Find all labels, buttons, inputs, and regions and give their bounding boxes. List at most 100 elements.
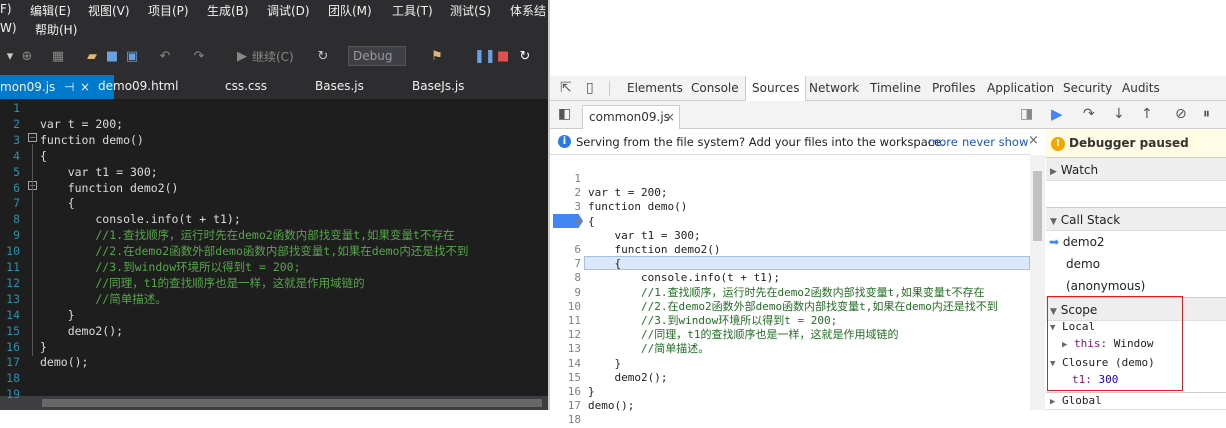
code-line: //3.到window环境所以得到t = 200; xyxy=(40,260,301,274)
scroll-thumb[interactable] xyxy=(1033,171,1042,241)
tab-common09-js[interactable]: mon09.js ⊣ × xyxy=(0,75,114,99)
callstack-section-header[interactable]: ▼ Call Stack xyxy=(1046,207,1226,231)
tab-css-css[interactable]: css.css xyxy=(225,73,267,99)
line-number[interactable]: 1 xyxy=(555,172,581,186)
scroll-thumb[interactable] xyxy=(42,399,542,407)
deactivate-breakpoints-icon[interactable]: ⊘ xyxy=(1175,102,1187,127)
vs-horizontal-scrollbar[interactable] xyxy=(0,396,548,410)
scope-global[interactable]: ▶ Global xyxy=(1046,392,1226,410)
line-number[interactable]: 9 xyxy=(555,286,581,300)
inspect-element-icon[interactable]: ⇱ xyxy=(560,76,572,101)
line-number[interactable]: 8 xyxy=(555,271,581,285)
code-line: function demo() xyxy=(588,200,688,214)
pause-icon[interactable]: ❚❚ xyxy=(474,48,496,66)
callstack-frame-demo[interactable]: demo xyxy=(1046,252,1226,276)
line-number[interactable]: 4 xyxy=(555,215,581,229)
menu-file[interactable]: F) xyxy=(0,2,12,16)
menu-help[interactable]: 帮助(H) xyxy=(35,21,77,38)
menu-view[interactable]: 视图(V) xyxy=(88,2,130,19)
tab-demo09-html[interactable]: demo09.html xyxy=(98,73,178,99)
step-over-icon[interactable]: ↷ xyxy=(1083,102,1095,127)
close-icon[interactable]: × xyxy=(80,74,90,100)
save-all-icon[interactable]: ▣ xyxy=(124,48,140,66)
menu-team[interactable]: 团队(M) xyxy=(328,2,372,19)
line-number[interactable]: 15 xyxy=(555,371,581,385)
continue-icon[interactable]: ▶ xyxy=(236,48,248,66)
tab-audits[interactable]: Audits xyxy=(1122,76,1160,101)
menu-tools[interactable]: 工具(T) xyxy=(392,2,433,19)
tab-network[interactable]: Network xyxy=(809,76,859,101)
never-show-link[interactable]: never show xyxy=(962,135,1028,149)
code-line: var t = 200; xyxy=(40,116,124,131)
code-line: function demo2() xyxy=(40,180,179,195)
code-line: } xyxy=(588,385,595,398)
line-number[interactable]: 10 xyxy=(555,300,581,314)
fold-toggle-icon[interactable]: − xyxy=(28,133,37,142)
redo-icon[interactable]: ↷ xyxy=(192,48,206,66)
restart-icon[interactable]: ↻ xyxy=(316,48,330,66)
dt-vertical-scrollbar[interactable] xyxy=(1030,155,1045,410)
new-project-icon[interactable]: ▦ xyxy=(50,48,66,66)
menu-edit[interactable]: 编辑(E) xyxy=(30,2,71,19)
tab-bases-js[interactable]: Bases.js xyxy=(315,73,364,99)
step-into-icon[interactable]: ↓ xyxy=(1113,102,1125,127)
line-number[interactable]: 5 xyxy=(555,229,581,243)
debugger-toggle-icon[interactable]: ◨ xyxy=(1020,102,1033,127)
more-link[interactable]: more xyxy=(928,135,958,149)
callstack-frame-anonymous[interactable]: (anonymous) xyxy=(1046,274,1226,298)
navigator-toggle-icon[interactable]: ◧ xyxy=(558,102,571,127)
tab-profiles[interactable]: Profiles xyxy=(932,76,976,101)
line-number: 14 xyxy=(6,307,20,322)
close-icon[interactable]: × xyxy=(1028,133,1039,148)
line-number[interactable]: 16 xyxy=(555,385,581,399)
fold-guide xyxy=(32,144,33,356)
save-icon[interactable]: ■ xyxy=(105,48,119,66)
restart-debug-icon[interactable]: ↻ xyxy=(518,48,532,66)
tab-basejs-js[interactable]: BaseJs.js xyxy=(412,73,464,99)
menu-project[interactable]: 项目(P) xyxy=(148,2,189,19)
flag-icon[interactable]: ⚑ xyxy=(430,48,444,66)
dropdown-arrow-icon[interactable]: ▾ xyxy=(4,48,16,66)
stop-icon[interactable]: ■ xyxy=(497,48,509,66)
forward-icon[interactable]: ⊕ xyxy=(20,48,34,66)
line-number[interactable]: 7 xyxy=(555,257,581,271)
line-number[interactable]: 6 xyxy=(555,243,581,257)
code-line: console.info(t + t1); xyxy=(588,271,781,285)
config-dropdown[interactable]: Debug xyxy=(348,46,406,66)
pause-on-exceptions-icon[interactable]: ⏸ xyxy=(1203,102,1210,127)
menu-test[interactable]: 测试(S) xyxy=(450,2,491,19)
tab-elements[interactable]: Elements xyxy=(627,76,683,101)
tab-sources[interactable]: Sources xyxy=(745,76,807,102)
menu-architecture[interactable]: 体系结 xyxy=(510,2,546,19)
undo-icon[interactable]: ↶ xyxy=(158,48,172,66)
line-number[interactable]: 18 xyxy=(555,413,581,427)
code-line: var t1 = 300; xyxy=(40,164,158,179)
step-out-icon[interactable]: ↑ xyxy=(1141,102,1153,127)
code-line: } xyxy=(40,307,75,322)
scope-highlight-box xyxy=(1047,296,1183,391)
tab-console[interactable]: Console xyxy=(691,76,739,101)
code-line: { xyxy=(588,257,622,271)
close-icon[interactable]: × xyxy=(665,105,675,130)
watch-section-header[interactable]: ▶ Watch xyxy=(1046,157,1226,181)
pin-icon[interactable]: ⊣ xyxy=(64,74,74,100)
device-mode-icon[interactable]: ▯ xyxy=(586,76,594,101)
line-number[interactable]: 14 xyxy=(555,357,581,371)
resume-icon[interactable]: ▶ xyxy=(1051,102,1063,127)
callstack-frame-demo2[interactable]: ➡ demo2 xyxy=(1046,230,1226,254)
menu-build[interactable]: 生成(B) xyxy=(207,2,249,19)
menu-debug[interactable]: 调试(D) xyxy=(267,2,310,19)
line-number[interactable]: 3 xyxy=(555,200,581,214)
continue-button[interactable]: 继续(C) xyxy=(252,48,294,66)
line-number[interactable]: 13 xyxy=(555,342,581,356)
tab-security[interactable]: Security xyxy=(1063,76,1112,101)
open-folder-icon[interactable]: ▰ xyxy=(84,48,100,66)
tab-application[interactable]: Application xyxy=(987,76,1054,101)
menu-window[interactable]: W) xyxy=(0,21,17,35)
tab-timeline[interactable]: Timeline xyxy=(870,76,921,101)
line-number[interactable]: 12 xyxy=(555,328,581,342)
line-number[interactable]: 11 xyxy=(555,314,581,328)
line-number[interactable]: 17 xyxy=(555,399,581,413)
file-tab-common09[interactable]: common09.js × xyxy=(582,105,680,129)
line-number[interactable]: 2 xyxy=(555,186,581,200)
